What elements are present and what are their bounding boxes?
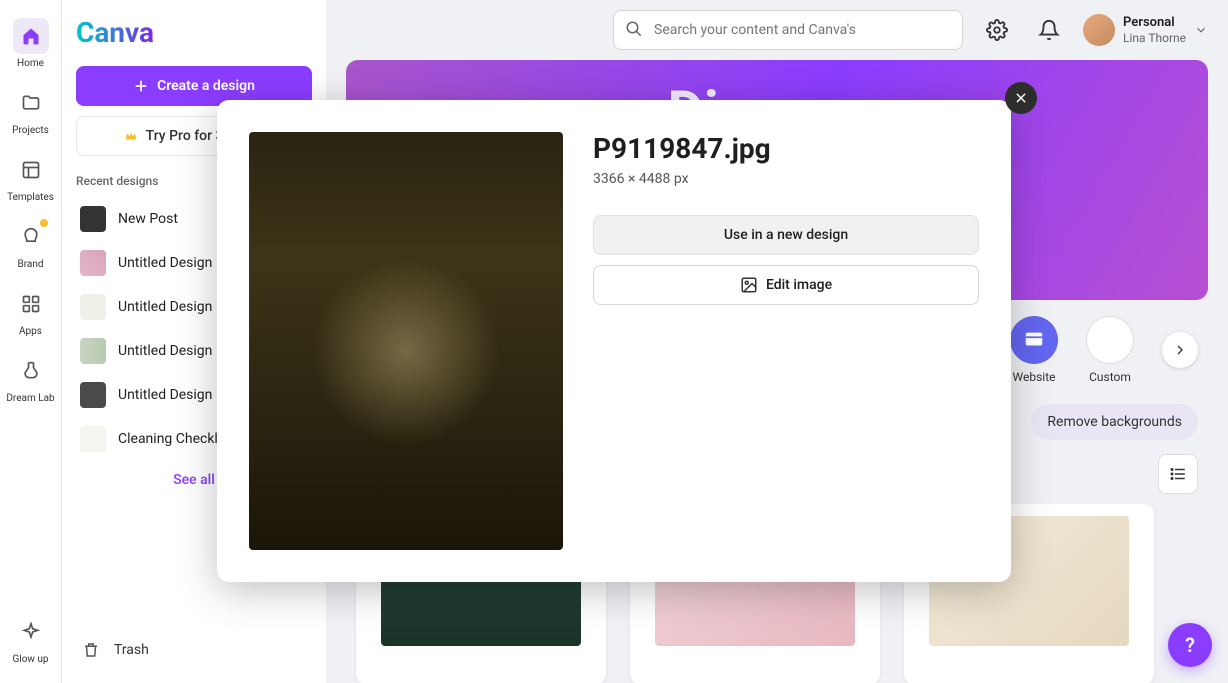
help-button[interactable]: ?	[1168, 623, 1212, 667]
modal-overlay: P9119847.jpg 3366 × 4488 px Use in a new…	[0, 0, 1228, 683]
close-icon	[1014, 91, 1028, 105]
image-filename: P9119847.jpg	[593, 132, 979, 165]
use-in-design-button[interactable]: Use in a new design	[593, 215, 979, 255]
image-dimensions: 3366 × 4488 px	[593, 171, 979, 187]
image-detail-modal: P9119847.jpg 3366 × 4488 px Use in a new…	[217, 100, 1011, 582]
edit-image-button[interactable]: Edit image	[593, 265, 979, 305]
close-button[interactable]	[1005, 82, 1037, 114]
image-preview	[249, 132, 563, 550]
image-icon	[740, 276, 758, 294]
